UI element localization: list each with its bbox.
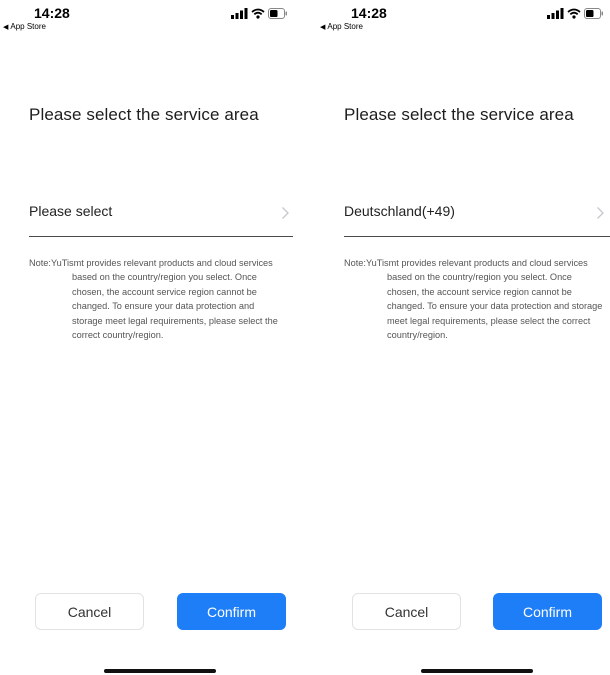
status-time: 14:28 xyxy=(351,5,387,21)
note-text: Note:YuTismt provides relevant products … xyxy=(29,256,284,342)
back-to-app-store[interactable]: ◀ App Store xyxy=(320,22,363,31)
service-area-selector[interactable]: Please select xyxy=(29,193,293,237)
home-indicator[interactable] xyxy=(104,669,216,673)
selector-value: Deutschland(+49) xyxy=(344,203,455,219)
chevron-right-icon xyxy=(597,207,604,219)
page-title: Please select the service area xyxy=(29,105,259,124)
cancel-button[interactable]: Cancel xyxy=(35,593,144,630)
selector-value: Please select xyxy=(29,203,113,219)
confirm-button[interactable]: Confirm xyxy=(493,593,602,630)
note-paragraph: Note:YuTismt provides relevant products … xyxy=(344,258,603,341)
screen-left: 14:28 ◀ App Store Please select the servi… xyxy=(0,0,305,675)
back-arrow-icon: ◀ xyxy=(3,24,9,31)
signal-icon xyxy=(231,8,248,19)
status-time: 14:28 xyxy=(34,5,70,21)
status-icons xyxy=(547,8,604,19)
battery-icon xyxy=(584,8,603,19)
confirm-button[interactable]: Confirm xyxy=(177,593,286,630)
screen-right: 14:28 ◀ App Store Please select the servi… xyxy=(317,0,610,675)
chevron-right-icon xyxy=(282,207,289,219)
note-text: Note:YuTismt provides relevant products … xyxy=(344,256,606,342)
cancel-button[interactable]: Cancel xyxy=(352,593,461,630)
note-paragraph: Note:YuTismt provides relevant products … xyxy=(29,258,278,341)
back-label: App Store xyxy=(327,22,363,31)
wifi-icon xyxy=(251,8,265,19)
back-arrow-icon: ◀ xyxy=(320,24,326,31)
wifi-icon xyxy=(567,8,581,19)
home-indicator[interactable] xyxy=(421,669,533,673)
signal-icon xyxy=(547,8,564,19)
service-area-selector[interactable]: Deutschland(+49) xyxy=(344,193,610,237)
page-title: Please select the service area xyxy=(344,105,574,124)
status-icons xyxy=(231,8,288,19)
back-label: App Store xyxy=(10,22,46,31)
back-to-app-store[interactable]: ◀ App Store xyxy=(3,22,46,31)
battery-icon xyxy=(268,8,287,19)
